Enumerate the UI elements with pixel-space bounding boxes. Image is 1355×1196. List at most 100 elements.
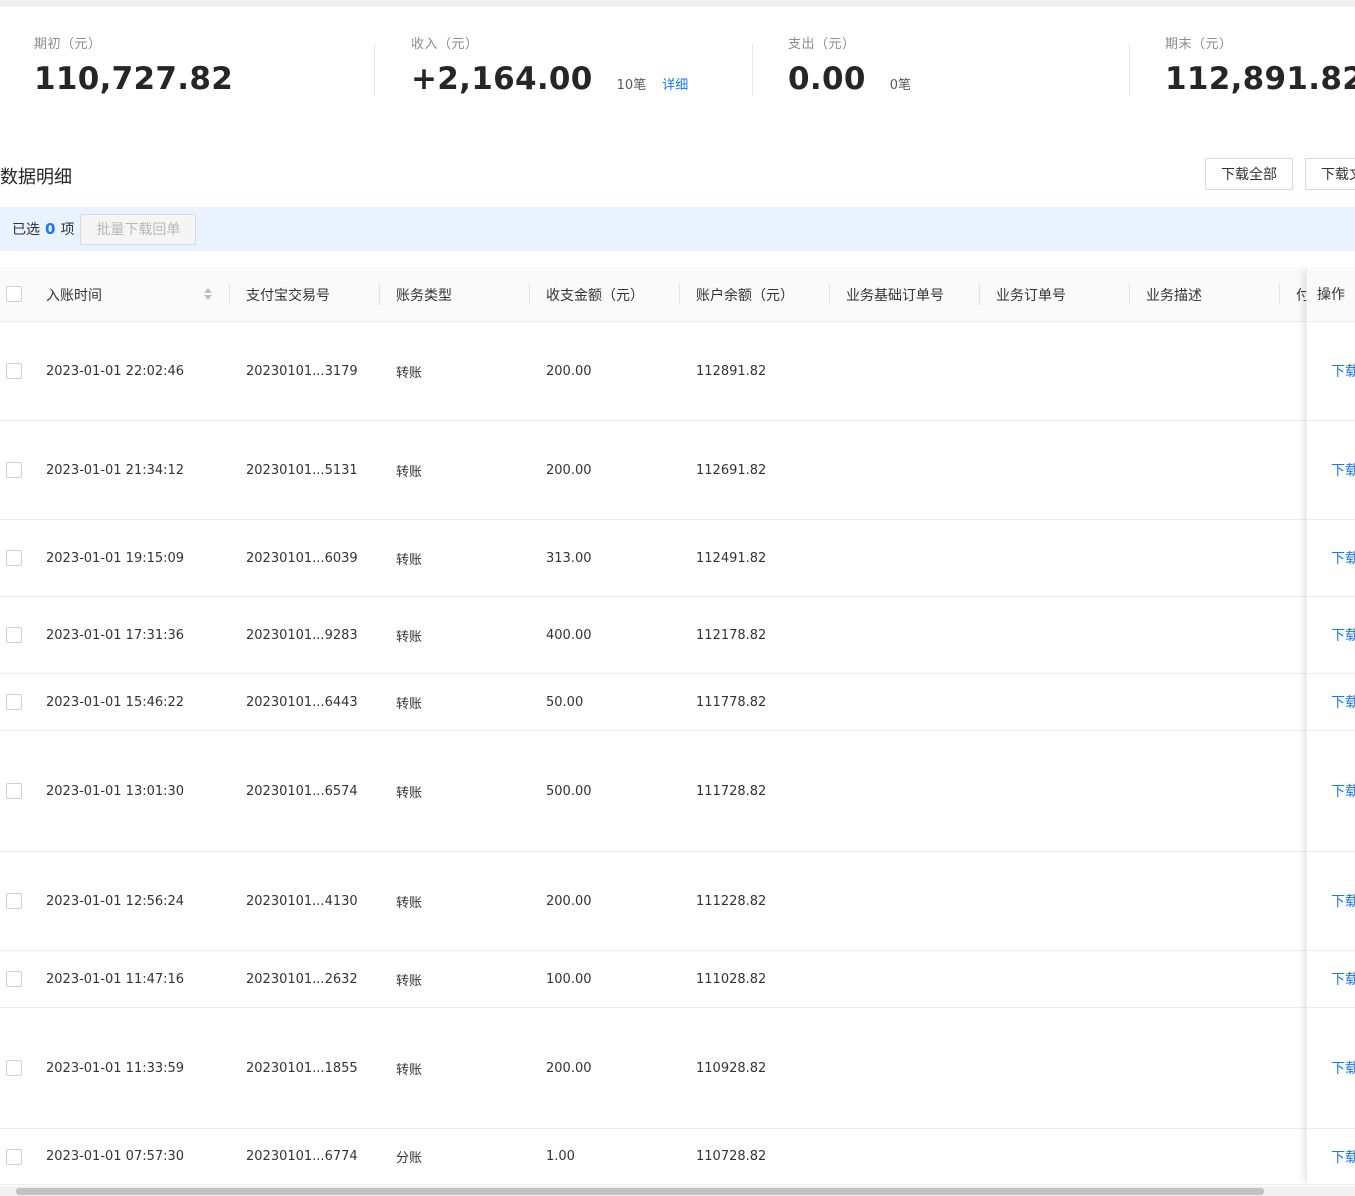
row-checkbox[interactable] — [6, 363, 22, 379]
cell-amount: 1.00 — [546, 1149, 575, 1164]
cell-time: 2023-01-01 11:33:59 — [46, 1060, 185, 1076]
horizontal-scrollbar[interactable] — [0, 1186, 1355, 1196]
cell-trade-no: 20230101...2632 — [246, 971, 358, 987]
cell-amount: 200.00 — [546, 462, 592, 478]
summary-divider — [1129, 44, 1130, 96]
cell-trade-no: 20230101...5131 — [246, 462, 358, 478]
action-cell: 下载 — [1307, 852, 1355, 951]
cell-balance: 111228.82 — [696, 893, 767, 909]
column-header-action: 操作 — [1307, 267, 1355, 322]
row-checkbox[interactable] — [6, 694, 22, 710]
row-checkbox[interactable] — [6, 893, 22, 909]
cell-time: 2023-01-01 13:01:30 — [46, 783, 185, 799]
cell-trade-no: 20230101...9283 — [246, 627, 358, 643]
cell-type: 转账 — [396, 464, 423, 480]
selection-bar: 已选 0 项 批量下载回单 — [0, 207, 1355, 251]
section-title: 数据明细 — [0, 167, 72, 188]
cell-amount: 100.00 — [546, 971, 592, 987]
cell-trade-no: 20230101...4130 — [246, 893, 358, 909]
cell-type: 转账 — [396, 552, 423, 568]
cell-trade-no: 20230101...6774 — [246, 1149, 358, 1164]
cell-amount: 200.00 — [546, 1060, 592, 1076]
row-checkbox[interactable] — [6, 462, 22, 478]
action-cell: 下载 — [1307, 674, 1355, 731]
cell-amount: 500.00 — [546, 783, 592, 799]
selected-count: 0 — [45, 220, 56, 238]
closing-label: 期末（元） — [1165, 37, 1233, 52]
cell-balance: 111028.82 — [696, 971, 767, 987]
row-checkbox[interactable] — [6, 1148, 22, 1165]
column-header[interactable]: 入账时间 — [46, 267, 102, 322]
select-all-checkbox[interactable] — [6, 286, 22, 302]
summary-expense: 支出（元） 0.00 0笔 — [788, 33, 911, 97]
action-cell: 下载 — [1307, 597, 1355, 674]
column-header: 账务类型 — [396, 287, 452, 304]
row-checkbox[interactable] — [6, 550, 22, 566]
download-receipt-link[interactable]: 下载 — [1331, 460, 1355, 480]
download-receipt-link[interactable]: 下载 — [1331, 1058, 1355, 1078]
cell-type: 转账 — [396, 785, 423, 801]
column-header: 收支金额（元） — [546, 287, 644, 304]
summary-divider — [752, 44, 753, 96]
download-file-button[interactable]: 下载文 — [1305, 158, 1355, 190]
row-checkbox[interactable] — [6, 783, 22, 799]
income-count: 10笔 — [616, 78, 647, 93]
summary-closing: 期末（元） 112,891.82 — [1165, 33, 1355, 97]
table-header: 入账时间 支付宝交易号 账务类型 收支金额（元） 账户余额（元） 业务基础订单号… — [0, 267, 1355, 322]
download-receipt-link[interactable]: 下载 — [1331, 361, 1355, 381]
action-cell: 下载 — [1307, 1008, 1355, 1129]
column-header: 业务描述 — [1146, 287, 1202, 304]
cell-balance: 110728.82 — [696, 1149, 767, 1164]
column-header: 业务基础订单号 — [846, 287, 944, 304]
cell-time: 2023-01-01 12:56:24 — [46, 893, 185, 909]
expense-value: 0.00 — [788, 61, 866, 97]
cell-balance: 112891.82 — [696, 363, 767, 379]
action-cell: 下载 — [1307, 520, 1355, 597]
action-cell: 下载 — [1307, 421, 1355, 520]
download-receipt-link[interactable]: 下载 — [1331, 548, 1355, 568]
batch-download-button[interactable]: 批量下载回单 — [80, 213, 197, 245]
cell-time: 2023-01-01 22:02:46 — [46, 363, 185, 379]
table-row: 2023-01-01 17:31:36 20230101...9283 转账 400.… — [0, 597, 1355, 674]
summary-panel: 期初（元） 110,727.82 收入（元） +2,164.00 10笔 详细 … — [0, 7, 1355, 127]
download-receipt-link[interactable]: 下载 — [1331, 692, 1355, 712]
download-receipt-link[interactable]: 下载 — [1331, 1147, 1355, 1167]
closing-value: 112,891.82 — [1165, 61, 1355, 97]
cell-type: 转账 — [396, 895, 423, 911]
summary-divider — [374, 44, 375, 96]
row-checkbox[interactable] — [6, 971, 22, 987]
download-receipt-link[interactable]: 下载 — [1331, 891, 1355, 911]
scrollbar-thumb[interactable] — [16, 1188, 1264, 1195]
cell-type: 转账 — [396, 365, 423, 381]
opening-value: 110,727.82 — [34, 61, 234, 97]
table-row: 2023-01-01 12:56:24 20230101...4130 转账 200.… — [0, 852, 1355, 951]
summary-income: 收入（元） +2,164.00 10笔 详细 — [411, 33, 688, 97]
selected-prefix: 已选 — [12, 222, 40, 238]
table-row: 2023-01-01 19:15:09 20230101...6039 转账 313.… — [0, 520, 1355, 597]
cell-balance: 112491.82 — [696, 550, 767, 566]
action-cell: 下载 — [1307, 322, 1355, 421]
table-row: 2023-01-01 22:02:46 20230101...3179 转账 200.… — [0, 322, 1355, 421]
cell-balance: 112691.82 — [696, 462, 767, 478]
download-receipt-link[interactable]: 下载 — [1331, 781, 1355, 801]
table-row: 2023-01-01 11:33:59 20230101...1855 转账 200.… — [0, 1008, 1355, 1129]
row-checkbox[interactable] — [6, 627, 22, 643]
cell-time: 2023-01-01 07:57:30 — [46, 1149, 185, 1164]
column-header: 支付宝交易号 — [246, 287, 330, 304]
sort-icon[interactable] — [203, 287, 213, 301]
selected-suffix: 项 — [60, 222, 75, 238]
table-row: 2023-01-01 13:01:30 20230101...6574 转账 500.… — [0, 731, 1355, 852]
download-receipt-link[interactable]: 下载 — [1331, 625, 1355, 645]
cell-trade-no: 20230101...6574 — [246, 783, 358, 799]
table-row: 2023-01-01 21:34:12 20230101...5131 转账 200.… — [0, 421, 1355, 520]
row-checkbox[interactable] — [6, 1060, 22, 1076]
cell-time: 2023-01-01 11:47:16 — [46, 971, 185, 987]
download-receipt-link[interactable]: 下载 — [1331, 969, 1355, 989]
income-detail-link[interactable]: 详细 — [662, 74, 688, 93]
column-header: 业务订单号 — [996, 287, 1066, 304]
download-all-button[interactable]: 下载全部 — [1205, 158, 1293, 190]
cell-time: 2023-01-01 21:34:12 — [46, 462, 185, 478]
cell-type: 转账 — [396, 1062, 423, 1078]
cell-type: 分账 — [396, 1151, 423, 1166]
expense-label: 支出（元） — [788, 37, 856, 52]
